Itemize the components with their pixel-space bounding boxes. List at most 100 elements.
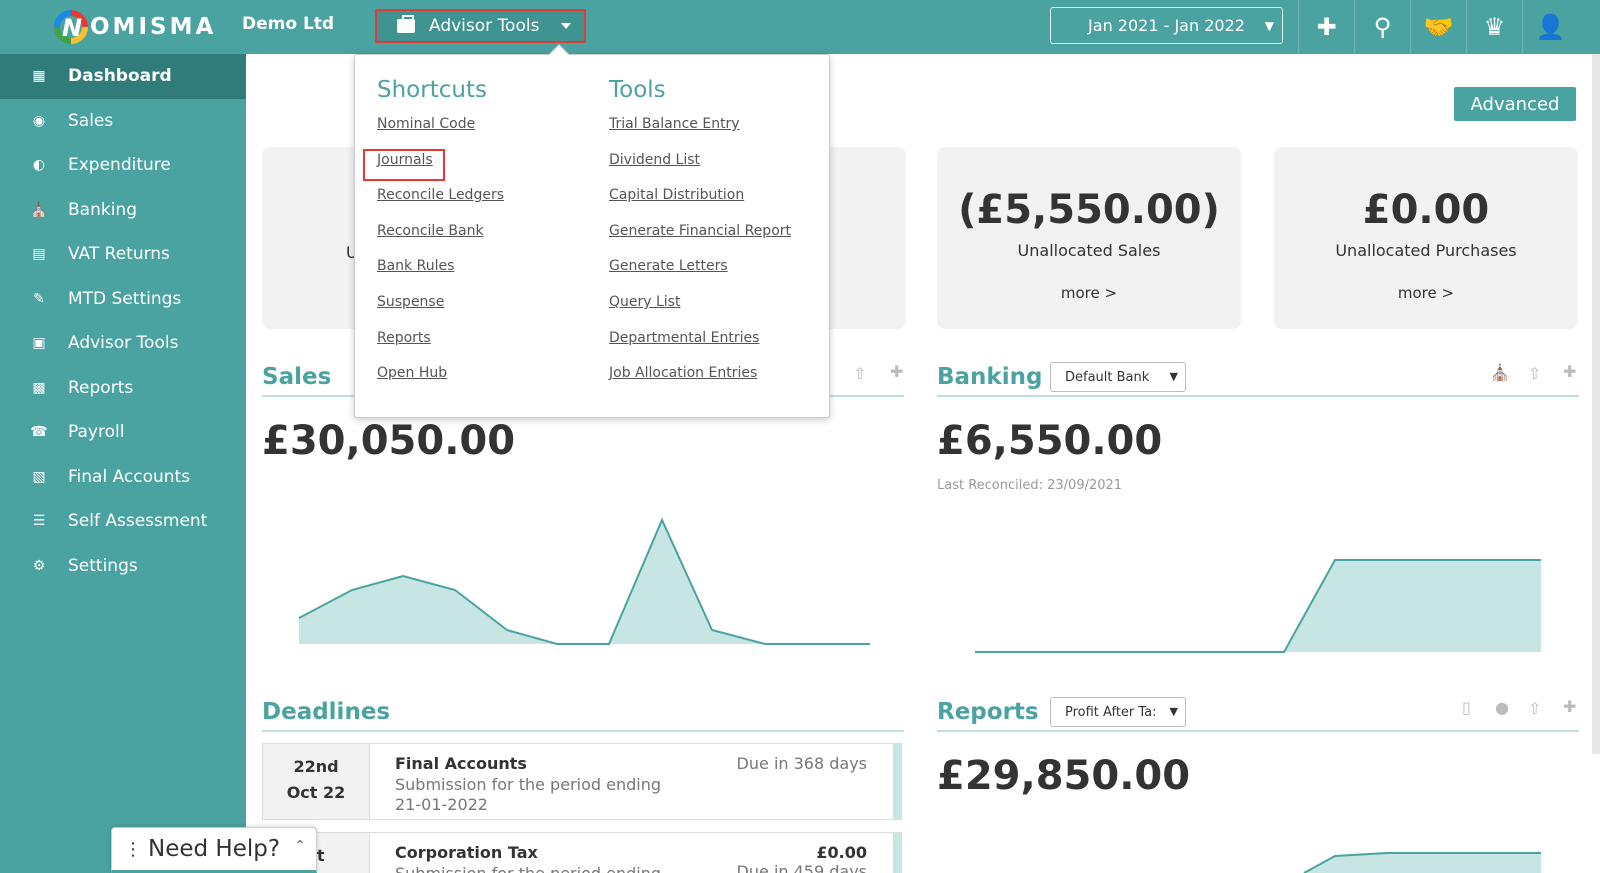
sidebar-item-sales[interactable]: ◉ Sales	[0, 99, 246, 144]
page-scrollbar[interactable]	[1592, 54, 1600, 754]
logo-mark: N	[54, 10, 88, 44]
sidebar: ▦ Dashboard ◉ Sales ◐ Expenditure ⛪ Banking …	[0, 54, 246, 873]
pencil-icon: ✎	[33, 290, 45, 307]
menu-link-reconcile-bank[interactable]: Reconcile Bank	[377, 220, 504, 256]
briefcase-icon	[397, 15, 415, 33]
company-name: Demo Ltd	[242, 14, 335, 34]
deadline-item[interactable]: st22 Corporation Tax Submission for the …	[262, 832, 902, 873]
deadline-description: Submission for the period ending 21-01-2…	[395, 775, 661, 814]
banking-chart	[975, 559, 1541, 653]
sidebar-item-self-assessment[interactable]: ☰ Self Assessment	[0, 499, 246, 544]
period-select[interactable]: Jan 2021 - Jan 2022 ▼	[1050, 7, 1283, 44]
unallocated-purchases-amount: £0.00	[1362, 187, 1490, 233]
advanced-button[interactable]: Advanced	[1454, 87, 1576, 121]
chevron-up-icon[interactable]: ⌃	[294, 838, 306, 854]
sidebar-item-reports[interactable]: ▩ Reports	[0, 366, 246, 411]
reports-divider	[937, 730, 1579, 732]
reports-title: Reports	[937, 699, 1039, 725]
banking-divider	[937, 395, 1579, 397]
search-icon[interactable]: ⚲	[1354, 0, 1410, 54]
top-bar: N OMISMA Demo Ltd Advisor Tools Jan 2021…	[0, 0, 1600, 54]
unallocated-purchases-label: Unallocated Purchases	[1335, 241, 1517, 260]
bank-icon: ⛪	[30, 201, 48, 218]
banking-chart-area	[975, 560, 1541, 652]
menu-link-dividend-list[interactable]: Dividend List	[609, 149, 791, 185]
deadline-item[interactable]: 22nd Oct 22 Final Accounts Submission for…	[262, 743, 902, 820]
unallocated-purchases-more-link[interactable]: more >	[1274, 284, 1578, 302]
deadline-status-bar	[893, 833, 901, 873]
menu-link-job-allocation-entries[interactable]: Job Allocation Entries	[609, 362, 791, 398]
menu-link-departmental-entries[interactable]: Departmental Entries	[609, 327, 791, 363]
bank-icon[interactable]: ⛪	[1490, 363, 1510, 382]
percent-icon: ◉	[32, 112, 46, 129]
shortcuts-column: Shortcuts Nominal Code Journals Reconcil…	[377, 77, 504, 398]
need-help-label: Need Help?	[148, 836, 281, 862]
menu-link-open-hub[interactable]: Open Hub	[377, 362, 504, 398]
last-reconciled: Last Reconciled: 23/09/2021	[937, 478, 1123, 493]
drag-handle-icon[interactable]: ⋮	[124, 839, 142, 860]
report-type-select[interactable]: Profit After Ta: ▼	[1050, 697, 1186, 727]
menu-link-reports[interactable]: Reports	[377, 327, 504, 363]
sidebar-item-settings[interactable]: ⚙ Settings	[0, 544, 246, 589]
sidebar-item-vat-returns[interactable]: ▤ VAT Returns	[0, 232, 246, 277]
checklist-icon: ☰	[32, 513, 46, 530]
deadline-status-bar	[893, 744, 901, 819]
menu-link-trial-balance-entry[interactable]: Trial Balance Entry	[609, 113, 791, 149]
chevron-down-icon: ▼	[1264, 19, 1274, 33]
deadline-title: Final Accounts	[395, 754, 527, 773]
add-icon[interactable]: ✚	[1298, 0, 1354, 54]
unallocated-purchases-card: £0.00 Unallocated Purchases more >	[1274, 147, 1578, 329]
advisor-tools-menu: Shortcuts Nominal Code Journals Reconcil…	[354, 44, 830, 418]
user-icon[interactable]: ●	[1495, 698, 1509, 717]
handshake-icon[interactable]: 🤝	[1410, 0, 1466, 54]
clipboard-icon: ▩	[32, 379, 46, 396]
advisor-tools-label: Advisor Tools	[429, 16, 540, 36]
sidebar-item-expenditure[interactable]: ◐ Expenditure	[0, 143, 246, 188]
shortcuts-heading: Shortcuts	[377, 77, 487, 103]
sidebar-item-advisor-tools[interactable]: ▣ Advisor Tools	[0, 321, 246, 366]
upload-icon[interactable]: ⇧	[1528, 364, 1541, 383]
document-icon[interactable]: ▯	[1462, 698, 1471, 717]
sidebar-item-dashboard[interactable]: ▦ Dashboard	[0, 54, 246, 99]
journals-highlight	[363, 149, 445, 181]
menu-link-bank-rules[interactable]: Bank Rules	[377, 255, 504, 291]
unallocated-sales-more-link[interactable]: more >	[937, 284, 1241, 302]
sidebar-item-mtd-settings[interactable]: ✎ MTD Settings	[0, 277, 246, 322]
dashboard-icon: ▦	[32, 68, 46, 85]
deadlines-divider	[262, 730, 904, 732]
reports-value: £29,850.00	[937, 753, 1191, 799]
menu-link-suspense[interactable]: Suspense	[377, 291, 504, 327]
upload-icon[interactable]: ⇧	[1528, 699, 1541, 718]
deadline-amount: £0.00 Due in 459 days	[736, 843, 867, 873]
advisor-tools-button[interactable]: Advisor Tools	[375, 9, 586, 43]
tools-heading: Tools	[609, 77, 666, 103]
document-icon: ▧	[32, 468, 46, 485]
menu-link-generate-letters[interactable]: Generate Letters	[609, 255, 791, 291]
need-help-widget[interactable]: ⋮ Need Help? ⌃	[111, 827, 317, 873]
menu-link-generate-financial-report[interactable]: Generate Financial Report	[609, 220, 791, 256]
add-icon[interactable]: ✚	[890, 362, 903, 381]
gear-icon: ⚙	[32, 557, 46, 574]
sales-chart	[298, 517, 870, 645]
tools-column: Tools Trial Balance Entry Dividend List …	[609, 77, 791, 398]
sidebar-item-banking[interactable]: ⛪ Banking	[0, 188, 246, 233]
menu-link-query-list[interactable]: Query List	[609, 291, 791, 327]
logo[interactable]: N OMISMA	[54, 6, 216, 48]
bank-select[interactable]: Default Bank ▼	[1050, 362, 1186, 392]
menu-link-reconcile-ledgers[interactable]: Reconcile Ledgers	[377, 184, 504, 220]
sidebar-item-final-accounts[interactable]: ▧ Final Accounts	[0, 455, 246, 500]
sidebar-item-payroll[interactable]: ☎ Payroll	[0, 410, 246, 455]
banking-value: £6,550.00	[937, 418, 1163, 464]
banking-title: Banking	[937, 364, 1043, 390]
add-icon[interactable]: ✚	[1563, 697, 1576, 716]
upload-icon[interactable]: ⇧	[853, 364, 866, 383]
crest-icon[interactable]: ♛	[1466, 0, 1522, 54]
briefcase-icon: ▣	[32, 335, 46, 352]
deadline-title: Corporation Tax	[395, 843, 538, 862]
menu-link-capital-distribution[interactable]: Capital Distribution	[609, 184, 791, 220]
menu-link-nominal-code[interactable]: Nominal Code	[377, 113, 504, 149]
unallocated-sales-label: Unallocated Sales	[1017, 241, 1161, 260]
add-icon[interactable]: ✚	[1563, 362, 1576, 381]
user-icon[interactable]: 👤	[1522, 0, 1578, 54]
vat-document-icon: ▤	[32, 246, 46, 263]
